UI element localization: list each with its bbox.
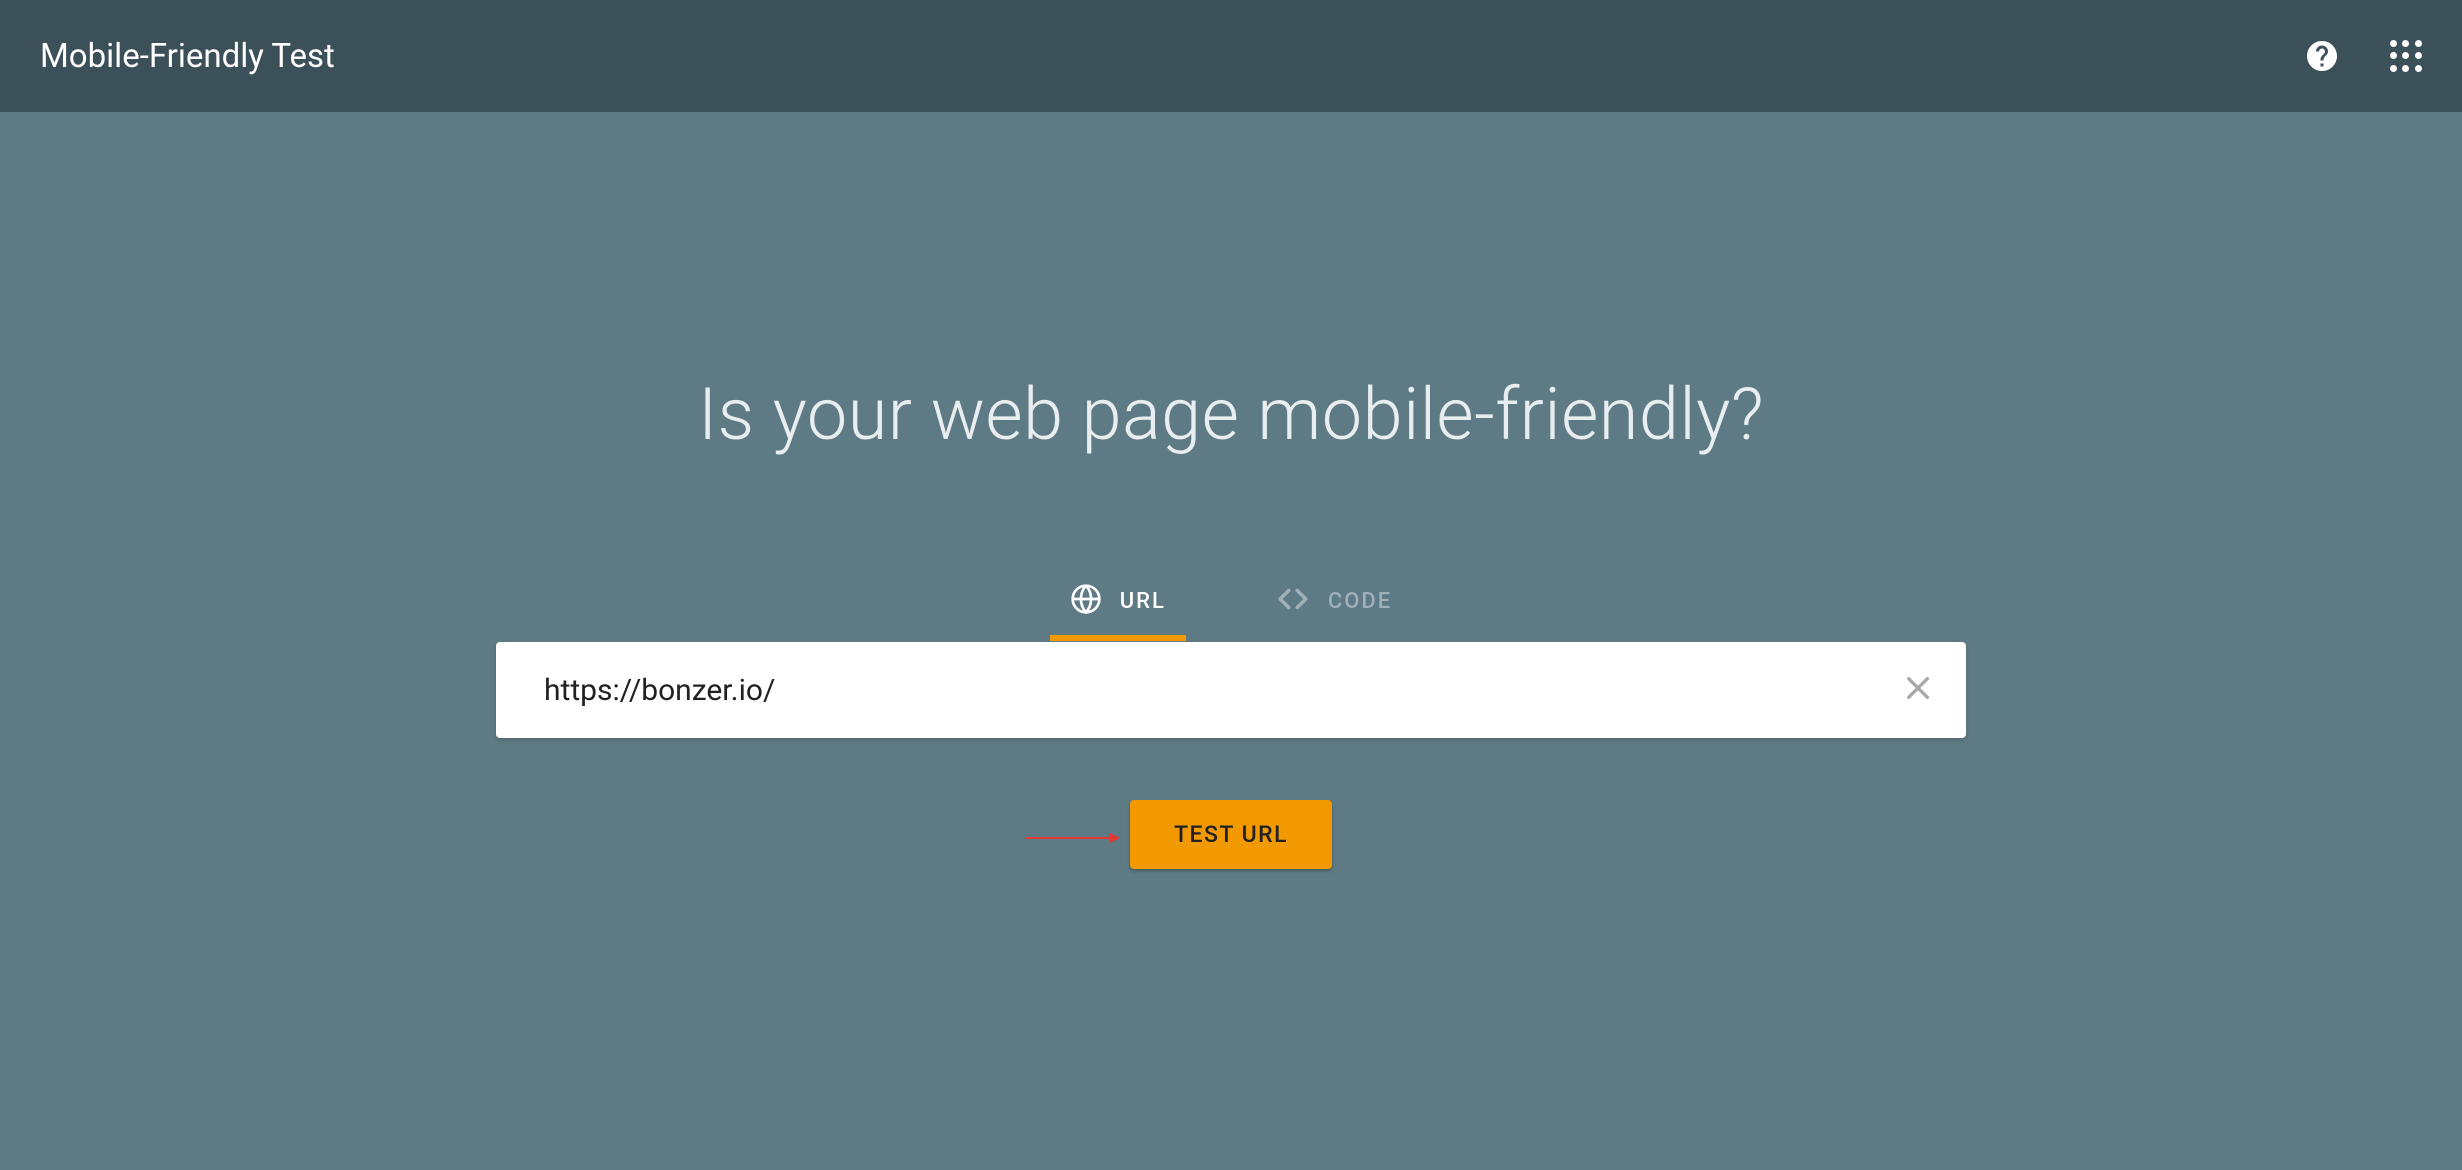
code-icon xyxy=(1276,582,1310,620)
test-url-button[interactable]: TEST URL xyxy=(1130,800,1332,869)
tab-url[interactable]: URL xyxy=(1070,583,1166,641)
tab-url-label: URL xyxy=(1120,589,1166,614)
page-title: Mobile-Friendly Test xyxy=(40,37,335,76)
input-mode-tabs: URL CODE xyxy=(1070,582,1392,642)
header-actions xyxy=(2304,38,2422,74)
tab-code-label: CODE xyxy=(1328,589,1392,614)
url-input-container xyxy=(496,642,1966,738)
apps-icon[interactable] xyxy=(2390,40,2422,72)
app-header: Mobile-Friendly Test xyxy=(0,0,2462,112)
arrow-annotation-icon xyxy=(1025,829,1120,841)
globe-icon xyxy=(1070,583,1102,619)
headline: Is your web page mobile-friendly? xyxy=(698,372,1764,457)
tab-code[interactable]: CODE xyxy=(1276,582,1392,642)
clear-icon[interactable] xyxy=(1902,672,1934,708)
main-content: Is your web page mobile-friendly? URL CO… xyxy=(0,112,2462,869)
url-input[interactable] xyxy=(544,673,1902,708)
submit-row: TEST URL xyxy=(1130,800,1332,869)
help-icon[interactable] xyxy=(2304,38,2340,74)
